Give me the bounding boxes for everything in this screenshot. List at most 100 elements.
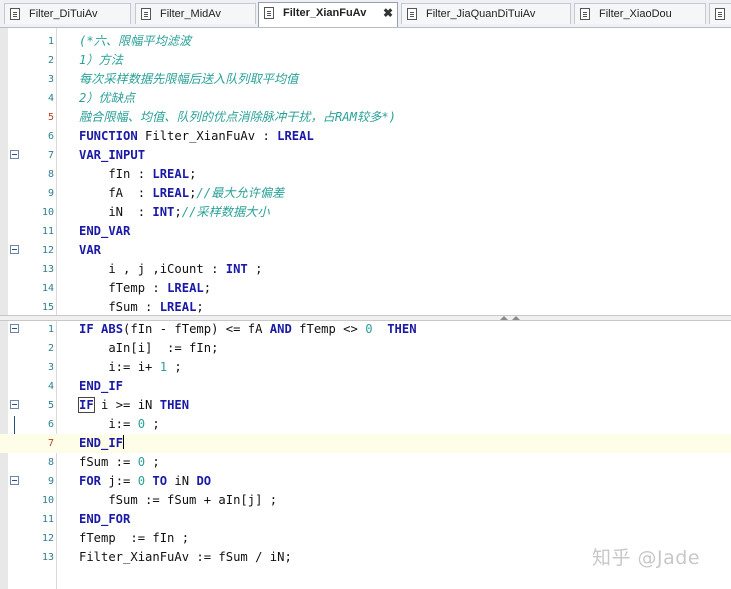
splitter-up-arrow-icon[interactable]: [512, 316, 520, 320]
line-number: 13: [41, 264, 54, 275]
fold-collapse-icon[interactable]: [10, 245, 19, 254]
code-text: VAR_INPUT: [79, 148, 146, 162]
code-line[interactable]: 6 i:= 0 ;: [0, 415, 731, 434]
line-number: 4: [47, 381, 54, 392]
document-icon: [715, 8, 725, 20]
fold-collapse-icon[interactable]: [10, 150, 19, 159]
tab-label: Filter_MidAv: [160, 8, 221, 20]
tab-filter-xiaodou[interactable]: Filter_XiaoDou: [574, 3, 706, 24]
document-icon: [580, 8, 590, 20]
code-line[interactable]: 4 2）优缺点: [0, 89, 731, 108]
code-text: VAR: [79, 243, 102, 257]
fold-collapse-icon[interactable]: [10, 400, 19, 409]
code-text: 1）方法: [79, 53, 123, 67]
code-line[interactable]: 9 fA : LREAL;//最大允许偏差: [0, 184, 731, 203]
code-text: i , j ,iCount : INT ;: [79, 262, 263, 276]
document-icon: [10, 8, 20, 20]
code-line[interactable]: 6 FUNCTION Filter_XianFuAv : LREAL: [0, 127, 731, 146]
line-number: 13: [41, 552, 54, 563]
line-number: 10: [41, 207, 54, 218]
document-icon: [407, 8, 417, 20]
line-number: 2: [47, 343, 54, 354]
line-number: 6: [47, 131, 54, 142]
line-number: 7: [47, 438, 54, 449]
close-tab-icon[interactable]: ✖: [383, 3, 393, 24]
text-cursor: [123, 435, 125, 449]
code-text: 融合限幅、均值、队列的优点消除脉冲干扰，占RAM较多*): [79, 110, 396, 124]
code-line[interactable]: 10 iN : INT;//采样数据大小: [0, 203, 731, 222]
code-line[interactable]: 2 aIn[i] := fIn;: [0, 339, 731, 358]
watermark: 知乎 @Jade: [592, 547, 701, 569]
code-line[interactable]: 3 i:= i+ 1 ;: [0, 358, 731, 377]
tab-label: Filter_XiaoDou: [599, 8, 672, 20]
line-number: 3: [47, 74, 54, 85]
code-line[interactable]: 8 fSum := 0 ;: [0, 453, 731, 472]
code-line[interactable]: 1 (*六、限幅平均滤波: [0, 32, 731, 51]
code-text: IF i >= iN THEN: [78, 397, 190, 413]
line-number: 3: [47, 362, 54, 373]
splitter-up-arrow-icon[interactable]: [500, 316, 508, 320]
line-number: 11: [41, 514, 54, 525]
code-line[interactable]: 14 fTemp : LREAL;: [0, 279, 731, 298]
code-line[interactable]: 5 IF i >= iN THEN: [0, 396, 731, 415]
editor-tab-bar: Filter_DiTuiAv Filter_MidAv Filter_XianF…: [0, 0, 731, 28]
code-text: aIn[i] := fIn;: [79, 341, 219, 355]
code-text: FUNCTION Filter_XianFuAv : LREAL: [79, 129, 314, 143]
code-text: END_IF: [79, 379, 124, 393]
code-line[interactable]: 2 1）方法: [0, 51, 731, 70]
code-text: fSum : LREAL;: [79, 300, 204, 314]
tab-filter-dituiav[interactable]: Filter_DiTuiAv: [4, 3, 131, 24]
code-text: i:= 0 ;: [79, 417, 160, 431]
code-line[interactable]: 11 END_VAR: [0, 222, 731, 241]
code-text: fA : LREAL;//最大允许偏差: [79, 186, 285, 200]
line-number: 15: [41, 302, 54, 313]
tab-filter-xianfuav[interactable]: Filter_XianFuAv ✖: [258, 2, 398, 27]
code-text: END_VAR: [79, 224, 131, 238]
code-text: 每次采样数据先限幅后送入队列取平均值: [79, 72, 299, 86]
line-number: 14: [41, 283, 54, 294]
line-number: 11: [41, 226, 54, 237]
code-text: fTemp : LREAL;: [79, 281, 212, 295]
fold-collapse-icon[interactable]: [10, 476, 19, 485]
document-icon: [141, 8, 151, 20]
code-text: Filter_XianFuAv := fSum / iN;: [79, 550, 292, 564]
line-number: 4: [47, 93, 54, 104]
tab-overflow[interactable]: [709, 3, 731, 24]
declaration-editor[interactable]: 1 (*六、限幅平均滤波 2 1）方法 3 每次采样数据先限幅后送入队列取平均值 4 2）优缺…: [0, 28, 731, 315]
line-number: 8: [47, 169, 54, 180]
code-text: fSum := fSum + aIn[j] ;: [79, 493, 278, 507]
code-line[interactable]: 13 i , j ,iCount : INT ;: [0, 260, 731, 279]
tab-label: Filter_XianFuAv: [283, 7, 367, 19]
code-line[interactable]: 10 fSum := fSum + aIn[j] ;: [0, 491, 731, 510]
code-line[interactable]: 11 END_FOR: [0, 510, 731, 529]
code-line[interactable]: 12 VAR: [0, 241, 731, 260]
tab-filter-jiaquandituiav[interactable]: Filter_JiaQuanDiTuiAv: [401, 3, 571, 24]
code-line[interactable]: 15 fSum : LREAL;: [0, 298, 731, 315]
code-line[interactable]: 5 融合限幅、均值、队列的优点消除脉冲干扰，占RAM较多*): [0, 108, 731, 127]
code-line[interactable]: 3 每次采样数据先限幅后送入队列取平均值: [0, 70, 731, 89]
line-number: 2: [47, 55, 54, 66]
code-line[interactable]: 7 VAR_INPUT: [0, 146, 731, 165]
code-text: 2）优缺点: [79, 91, 136, 105]
document-icon: [264, 7, 274, 19]
code-line[interactable]: 9 FOR j:= 0 TO iN DO: [0, 472, 731, 491]
code-line[interactable]: 1 IF ABS(fIn - fTemp) <= fA AND fTemp <> …: [0, 321, 731, 339]
line-number: 12: [41, 533, 54, 544]
code-text: IF ABS(fIn - fTemp) <= fA AND fTemp <> 0…: [79, 322, 417, 336]
line-number: 8: [47, 457, 54, 468]
line-number: 1: [47, 36, 54, 47]
code-text: END_FOR: [79, 512, 131, 526]
code-line[interactable]: 4 END_IF: [0, 377, 731, 396]
code-text: fTemp := fIn ;: [79, 531, 190, 545]
line-number: 5: [47, 112, 54, 123]
code-text: fIn : LREAL;: [79, 167, 197, 181]
tab-label: Filter_JiaQuanDiTuiAv: [426, 8, 536, 20]
code-line[interactable]: 8 fIn : LREAL;: [0, 165, 731, 184]
code-text: FOR j:= 0 TO iN DO: [79, 474, 212, 488]
code-line[interactable]: 7 END_IF: [0, 434, 731, 453]
code-text: fSum := 0 ;: [79, 455, 160, 469]
code-text: iN : INT;//采样数据大小: [79, 205, 270, 219]
fold-collapse-icon[interactable]: [10, 324, 19, 333]
tab-filter-midav[interactable]: Filter_MidAv: [135, 3, 256, 24]
code-text: i:= i+ 1 ;: [79, 360, 182, 374]
